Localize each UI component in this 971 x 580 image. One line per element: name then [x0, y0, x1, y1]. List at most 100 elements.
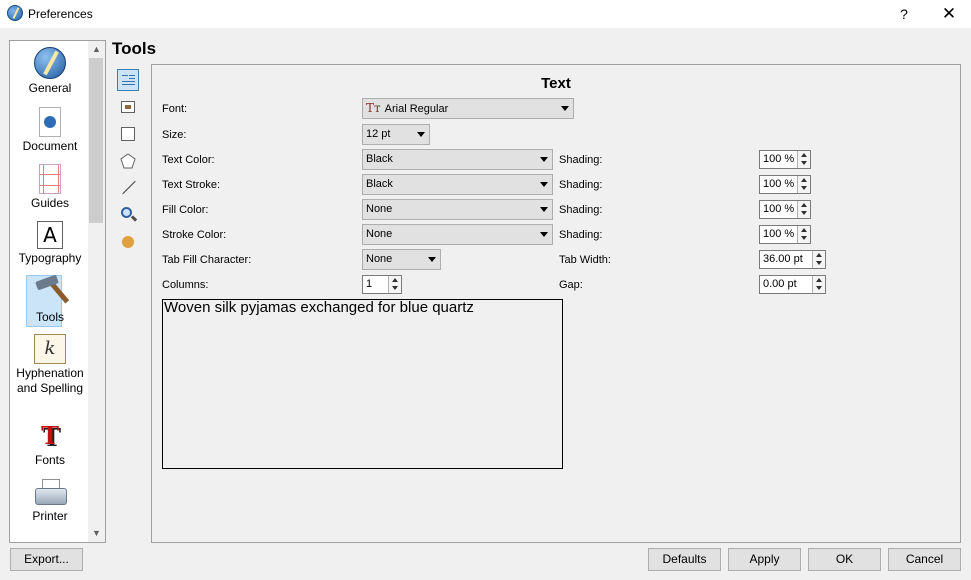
miscellaneous-icon[interactable]: [117, 231, 139, 253]
spinner-arrows-icon[interactable]: [797, 226, 810, 243]
chevron-down-icon: [561, 106, 569, 111]
help-button[interactable]: ?: [894, 4, 914, 24]
typography-icon: A: [37, 221, 63, 249]
fill-color-label: Fill Color:: [162, 204, 209, 216]
export-button[interactable]: Export...: [10, 548, 83, 571]
panel-heading: Text: [541, 75, 571, 92]
gap-spinner[interactable]: 0.00 pt: [759, 275, 826, 294]
spinner-arrows-icon[interactable]: [797, 151, 810, 168]
size-combo[interactable]: 12 pt: [362, 124, 430, 145]
fill-color-shading-label: Shading:: [559, 204, 603, 216]
tab-fill-label: Tab Fill Character:: [162, 254, 252, 266]
category-item-guides[interactable]: Guides: [10, 164, 90, 211]
category-label: Typography: [18, 251, 82, 265]
text-stroke-value: Black: [366, 178, 393, 190]
text-preview-box: Woven silk pyjamas exchanged for blue qu…: [162, 299, 563, 469]
section-title: Tools: [112, 39, 157, 58]
tab-width-label: Tab Width:: [559, 254, 611, 266]
guides-icon: [39, 164, 61, 194]
window-title: Preferences: [28, 7, 93, 21]
text-color-combo[interactable]: Black: [362, 149, 553, 170]
spinner-arrows-icon[interactable]: [812, 276, 825, 293]
category-label: General: [28, 81, 72, 95]
category-label: Printer: [32, 509, 68, 523]
tools-settings-panel: Text Font: Tт Arial Regular Size: 12 pt T…: [151, 64, 961, 543]
category-label: Tools: [35, 310, 64, 324]
chevron-down-icon: [417, 132, 425, 137]
title-bar: Preferences ? ✕: [0, 0, 971, 28]
category-item-general[interactable]: General: [10, 47, 90, 96]
line-icon[interactable]: [117, 177, 139, 199]
fill-color-combo[interactable]: None: [362, 199, 553, 220]
category-item-printer[interactable]: Printer: [10, 479, 90, 524]
apply-button[interactable]: Apply: [728, 548, 801, 571]
category-item-fonts[interactable]: T Fonts: [10, 421, 90, 468]
category-item-typography[interactable]: A Typography: [10, 221, 90, 266]
font-value: Arial Regular: [384, 103, 449, 115]
ok-button[interactable]: OK: [808, 548, 881, 571]
fill-color-shading-spinner[interactable]: 100 %: [759, 200, 811, 219]
fill-color-value: None: [366, 203, 393, 215]
category-label: Document: [22, 139, 78, 153]
text-color-shading-label: Shading:: [559, 154, 603, 166]
tab-fill-combo[interactable]: None: [362, 249, 441, 270]
spinner-arrows-icon[interactable]: [797, 176, 810, 193]
category-item-hyphenation[interactable]: k Hyphenation and Spelling: [10, 334, 90, 396]
chevron-down-icon: [540, 182, 548, 187]
chevron-down-icon: [540, 232, 548, 237]
stroke-color-combo[interactable]: None: [362, 224, 553, 245]
text-color-value: Black: [366, 153, 393, 165]
columns-spinner[interactable]: 1: [362, 275, 402, 294]
text-stroke-combo[interactable]: Black: [362, 174, 553, 195]
category-label: Fonts: [34, 453, 65, 467]
fonts-icon: T: [41, 421, 59, 450]
app-icon: [7, 5, 23, 21]
text-stroke-label: Text Stroke:: [162, 179, 221, 191]
scroll-thumb[interactable]: [89, 58, 103, 223]
shape-icon[interactable]: [117, 123, 139, 145]
defaults-button[interactable]: Defaults: [648, 548, 721, 571]
category-label: Guides: [30, 196, 70, 210]
scroll-down-icon[interactable]: ▼: [88, 525, 105, 542]
chevron-down-icon: [540, 207, 548, 212]
chevron-down-icon: [428, 257, 436, 262]
hyphenation-icon: k: [34, 334, 66, 364]
hammer-icon: [34, 276, 66, 308]
preview-text: Woven silk pyjamas exchanged for blue qu…: [164, 299, 474, 316]
text-frame-icon[interactable]: [117, 69, 139, 91]
category-label: Hyphenation and Spelling: [16, 366, 84, 395]
text-color-shading-spinner[interactable]: 100 %: [759, 150, 811, 169]
shading-value: 100 %: [763, 153, 795, 165]
shading-value: 100 %: [763, 178, 795, 190]
spinner-arrows-icon[interactable]: [388, 276, 401, 293]
text-stroke-shading-spinner[interactable]: 100 %: [759, 175, 811, 194]
category-scrollbar[interactable]: ▲ ▼: [88, 41, 105, 542]
gap-label: Gap:: [559, 279, 583, 291]
general-icon: [34, 47, 66, 79]
text-stroke-shading-label: Shading:: [559, 179, 603, 191]
cancel-button[interactable]: Cancel: [888, 548, 961, 571]
category-item-document[interactable]: Document: [10, 107, 90, 154]
category-list: General Document Guides A Typography Too…: [9, 40, 106, 543]
size-value: 12 pt: [366, 128, 391, 140]
category-item-tools[interactable]: Tools: [10, 275, 90, 327]
image-frame-icon[interactable]: [117, 96, 139, 118]
spinner-arrows-icon[interactable]: [812, 251, 825, 268]
tool-strip: [113, 64, 143, 542]
font-combo[interactable]: Tт Arial Regular: [362, 98, 574, 119]
columns-label: Columns:: [162, 279, 209, 291]
shading-value: 100 %: [763, 203, 795, 215]
document-icon: [39, 107, 61, 137]
polygon-icon[interactable]: [117, 150, 139, 172]
close-button[interactable]: ✕: [938, 4, 960, 24]
zoom-icon[interactable]: [117, 204, 139, 226]
tab-width-spinner[interactable]: 36.00 pt: [759, 250, 826, 269]
scroll-up-icon[interactable]: ▲: [88, 41, 105, 58]
printer-icon: [34, 479, 67, 507]
gap-value: 0.00 pt: [763, 278, 797, 290]
spinner-arrows-icon[interactable]: [797, 201, 810, 218]
font-type-icon: Tт: [366, 101, 381, 115]
text-color-label: Text Color:: [162, 154, 215, 166]
stroke-color-shading-spinner[interactable]: 100 %: [759, 225, 811, 244]
columns-value: 1: [366, 278, 373, 290]
